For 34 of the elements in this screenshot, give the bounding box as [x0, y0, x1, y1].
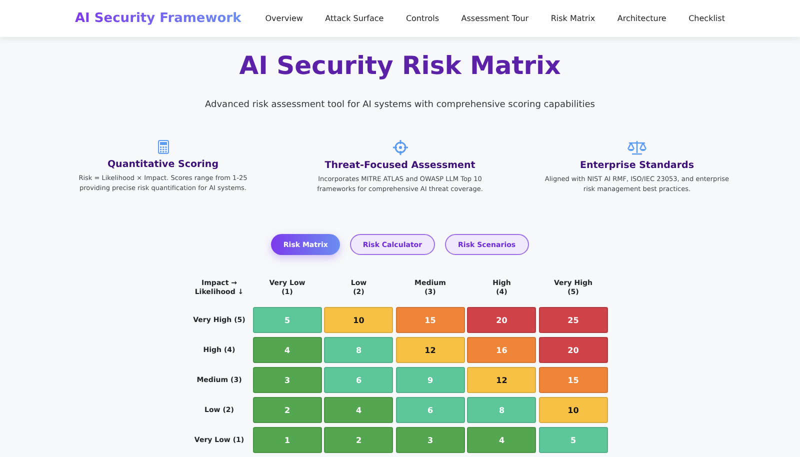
nav-link[interactable]: Architecture — [617, 14, 666, 23]
risk-score-cell[interactable]: 25 — [538, 307, 608, 333]
page-title: AI Security Risk Matrix — [239, 51, 561, 80]
crosshair-icon — [392, 140, 408, 155]
nav-link[interactable]: Controls — [406, 14, 440, 23]
risk-score-cell[interactable]: 4 — [324, 397, 394, 423]
risk-score-cell[interactable]: 2 — [252, 397, 322, 423]
brand-logo-text[interactable]: AI Security Framework — [75, 11, 242, 26]
risk-score-cell[interactable]: 10 — [538, 397, 608, 423]
nav-link[interactable]: Assessment Tour — [461, 14, 529, 23]
risk-score-cell[interactable]: 10 — [324, 307, 394, 333]
risk-score-cell[interactable]: 12 — [467, 367, 536, 393]
nav-link[interactable]: Overview — [265, 14, 303, 23]
feature-title: Quantitative Scoring — [107, 159, 218, 170]
risk-score-cell[interactable]: 15 — [538, 367, 608, 393]
page-subtitle: Advanced risk assessment tool for AI systems with comprehensive scoring capabilities — [205, 100, 595, 110]
risk-score-cell[interactable]: 3 — [396, 427, 465, 453]
risk-score-cell[interactable]: 1 — [252, 427, 322, 453]
risk-score-cell[interactable]: 20 — [538, 337, 608, 363]
risk-score-cell[interactable]: 4 — [252, 337, 322, 363]
feature-title: Threat-Focused Assessment — [324, 160, 476, 171]
feature-title: Enterprise Standards — [580, 160, 694, 171]
risk-score-cell[interactable]: 4 — [467, 427, 536, 453]
risk-score-cell[interactable]: 16 — [467, 337, 536, 363]
balance-scale-icon — [627, 140, 647, 155]
risk-score-cell[interactable]: 15 — [396, 307, 465, 333]
nav-link[interactable]: Attack Surface — [325, 14, 384, 23]
risk-score-cell[interactable]: 12 — [396, 337, 465, 363]
risk-score-cell[interactable]: 3 — [252, 367, 322, 393]
risk-score-cell[interactable]: 2 — [324, 427, 394, 453]
nav-link[interactable]: Risk Matrix — [550, 14, 596, 23]
nav-link[interactable]: Checklist — [688, 14, 725, 23]
risk-score-cell[interactable]: 20 — [467, 307, 536, 333]
calculator-icon — [158, 140, 168, 154]
